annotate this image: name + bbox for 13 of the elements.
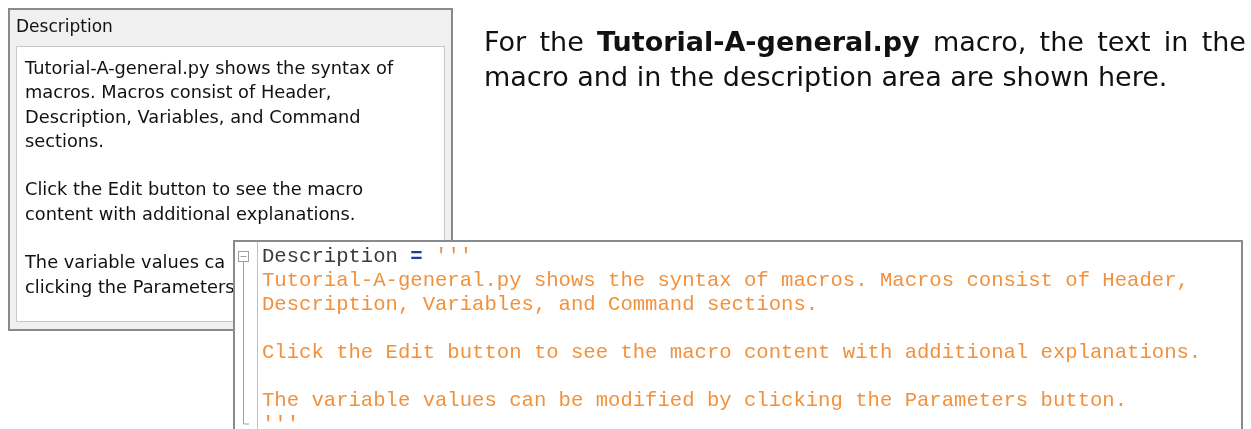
description-paragraph: Click the Edit button to see the macro content with additional explanations.: [25, 177, 364, 226]
code-string-line: Tutorial-A-general.py shows the syntax of macros. Macros consist of Header,: [262, 269, 1189, 292]
caption-paragraph: For the Tutorial-A-general.py macro, the text in the macro and in the description area are shown here.: [484, 25, 1246, 94]
code-string-line: Click the Edit button to see the macro content with additional explanations.: [262, 341, 1202, 364]
code-string-quote: ''': [435, 245, 473, 268]
code-string-quote: ''': [262, 413, 300, 429]
description-paragraph: Tutorial-A-general.py shows the syntax of macros. Macros consist of Header, Description, Variables, and Command sections.: [25, 56, 394, 153]
code-string-line: Description, Variables, and Command sections.: [262, 293, 819, 316]
description-paragraph: The variable values ca clicking the Parameters: [25, 250, 235, 299]
code-string-line: The variable values can be modified by clicking the Parameters button.: [262, 389, 1128, 412]
panel-title: Description: [16, 15, 114, 38]
code-operator: =: [410, 245, 423, 268]
code-identifier: Description: [262, 245, 398, 268]
